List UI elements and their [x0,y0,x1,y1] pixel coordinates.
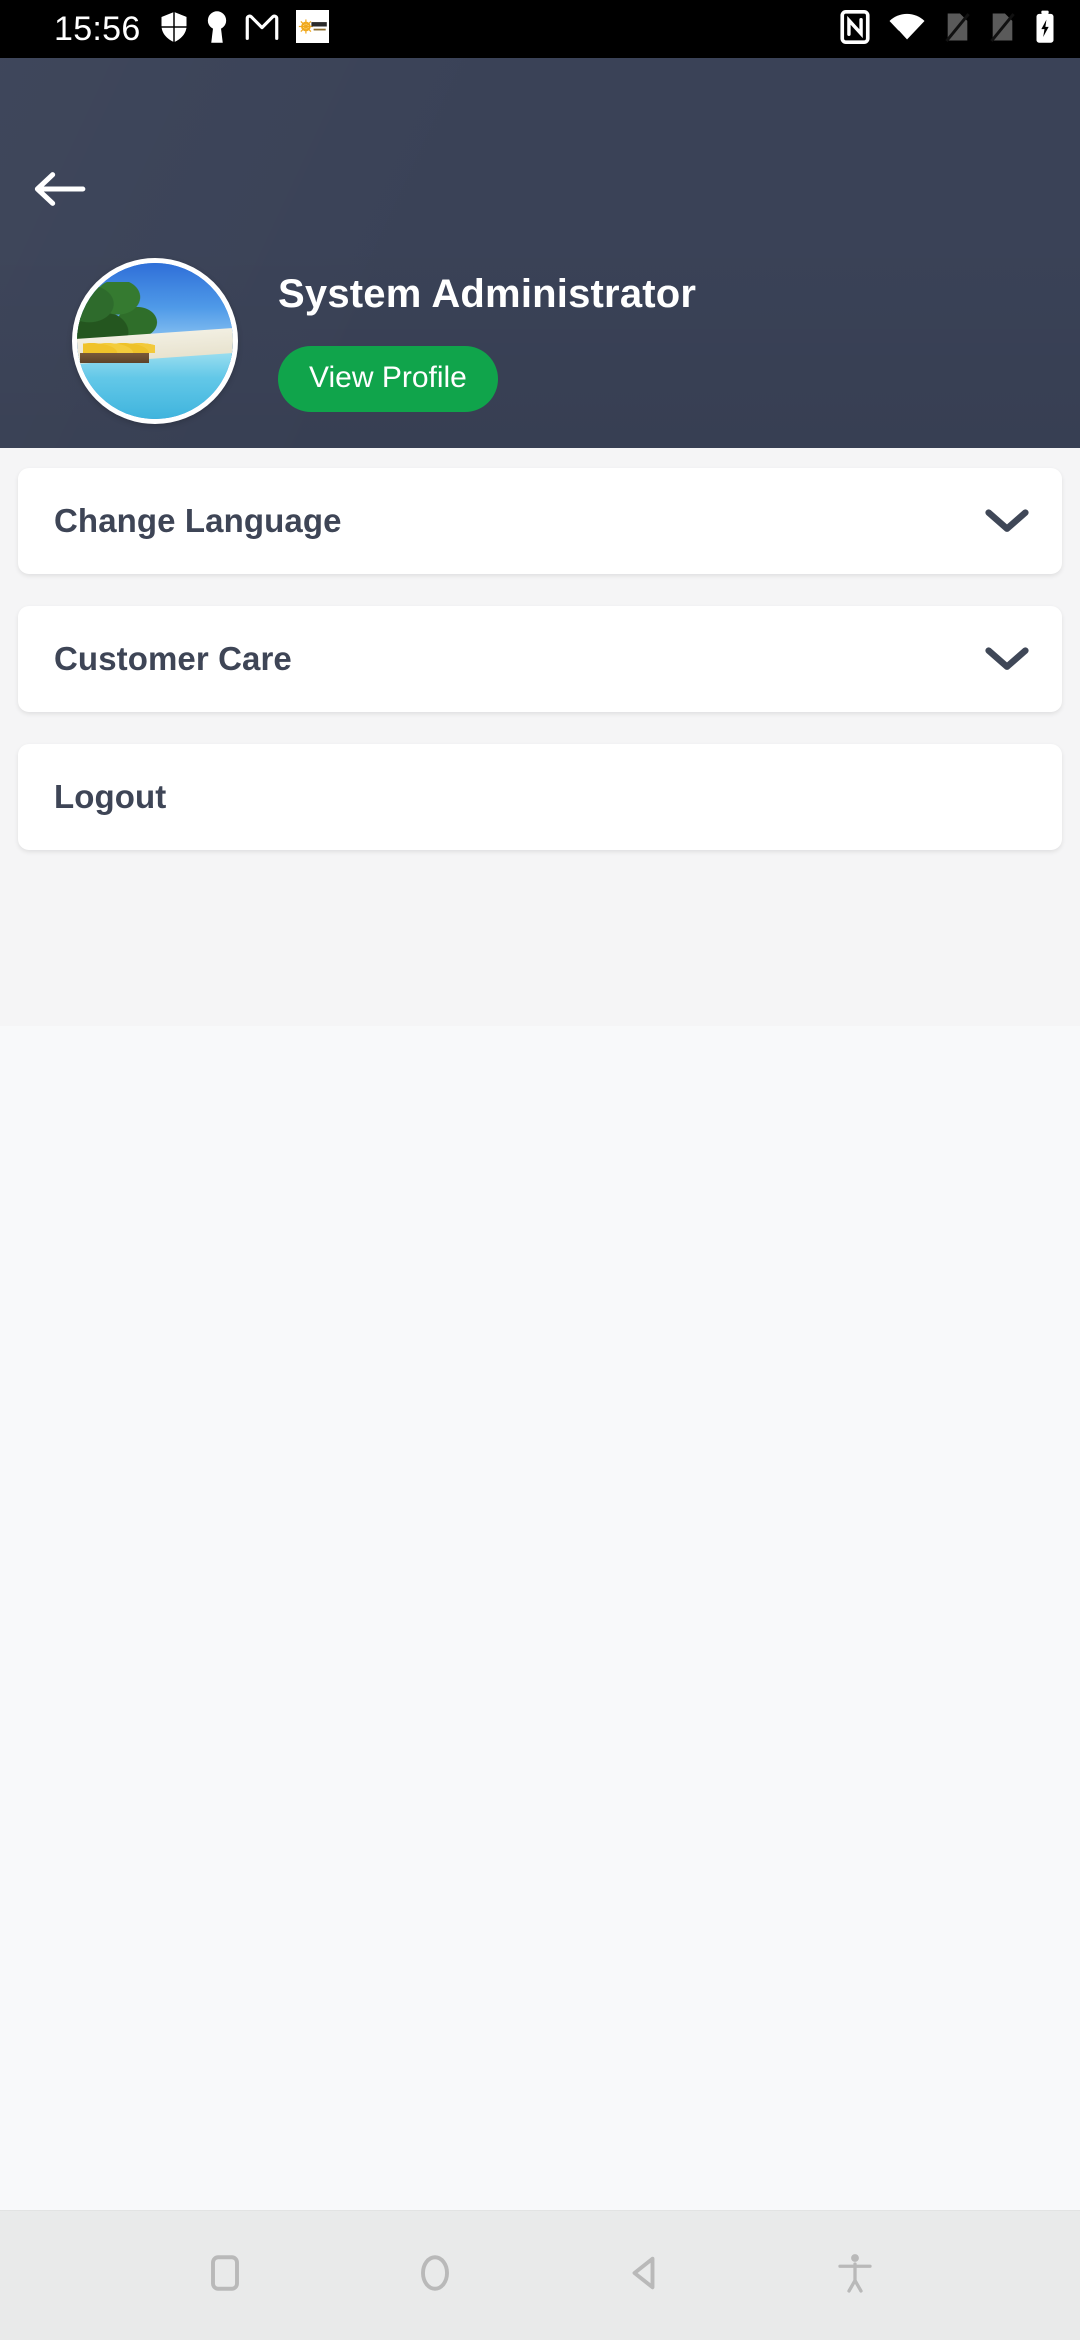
settings-menu-list: Change Language Customer Care Logout [0,448,1080,1026]
recents-button[interactable] [120,2211,330,2340]
avatar-umbrellas [83,339,155,354]
status-bar-left: 15:56 [54,10,329,49]
wifi-icon [888,12,926,47]
accessibility-button[interactable] [750,2211,960,2340]
avatar[interactable] [72,258,238,424]
status-bar: 15:56 [0,0,1080,58]
square-icon [204,2252,246,2299]
menu-item-customer-care[interactable]: Customer Care [18,606,1062,712]
android-navigation-bar [0,2210,1080,2340]
chevron-down-icon[interactable] [984,644,1030,674]
back-arrow-icon [32,169,86,214]
nfc-icon [840,9,870,49]
sim2-no-signal-icon [989,11,1016,48]
view-profile-button[interactable]: View Profile [278,346,498,412]
shield-icon [159,10,189,49]
status-bar-clock: 15:56 [54,10,141,48]
gmail-icon [245,13,279,46]
menu-item-label: Logout [54,778,167,815]
avatar-hut [80,353,149,363]
app-notification-icon [295,10,329,48]
menu-item-label: Change Language [54,502,342,539]
triangle-left-icon [624,2252,666,2299]
menu-item-label: Customer Care [54,640,292,677]
profile-text-block: System Administrator View Profile [278,258,696,412]
vpn-key-icon [206,10,228,49]
status-bar-notification-icons [159,10,329,49]
back-button[interactable] [540,2211,750,2340]
phone-screen: 15:56 System Administrator View Profile … [0,0,1080,2340]
circle-icon [414,2252,456,2299]
menu-item-logout[interactable]: Logout [18,744,1062,850]
sim1-no-signal-icon [944,11,971,48]
empty-content-area [0,1026,1080,2210]
profile-header: System Administrator View Profile [0,58,1080,448]
profile-summary: System Administrator View Profile [72,258,696,424]
menu-item-change-language[interactable]: Change Language [18,468,1062,574]
battery-charging-icon [1034,10,1056,49]
user-name: System Administrator [278,272,697,316]
accessibility-icon [835,2252,875,2299]
home-button[interactable] [330,2211,540,2340]
chevron-down-icon[interactable] [984,506,1030,536]
back-navigation-button[interactable] [22,154,96,228]
status-bar-system-icons [840,9,1056,49]
